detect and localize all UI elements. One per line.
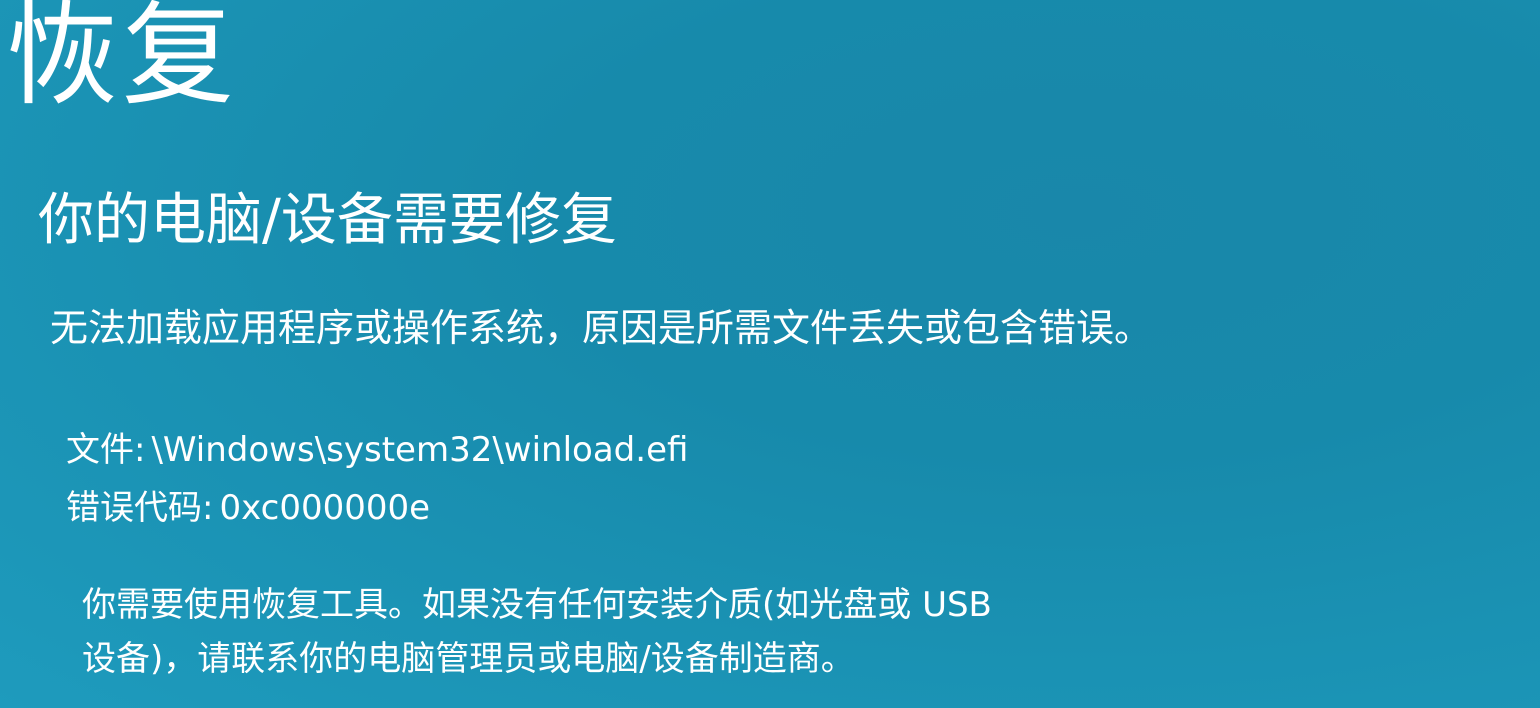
recovery-advice: 你需要使用恢复工具。如果没有任何安装介质(如光盘或 USB 设备)，请联系你的电… — [82, 578, 1432, 687]
recovery-screen: 恢复 你的电脑/设备需要修复 无法加载应用程序或操作系统，原因是所需文件丢失或包… — [0, 0, 1540, 708]
error-code-detail: 错误代码: 0xc000000e — [66, 488, 430, 529]
page-title: 恢复 — [6, 0, 238, 121]
file-path: \Windows\system32\winload.efi — [151, 430, 689, 470]
file-label: 文件: — [66, 430, 146, 470]
page-subtitle: 你的电脑/设备需要修复 — [38, 188, 617, 253]
error-code-value: 0xc000000e — [219, 488, 431, 528]
advice-line-2: 设备)，请联系你的电脑管理员或电脑/设备制造商。 — [82, 639, 855, 680]
error-message: 无法加载应用程序或操作系统，原因是所需文件丢失或包含错误。 — [50, 306, 1153, 350]
advice-line-1: 你需要使用恢复工具。如果没有任何安装介质(如光盘或 USB — [82, 585, 992, 625]
error-code-label: 错误代码: — [66, 488, 214, 528]
file-detail: 文件: \Windows\system32\winload.efi — [66, 430, 688, 471]
